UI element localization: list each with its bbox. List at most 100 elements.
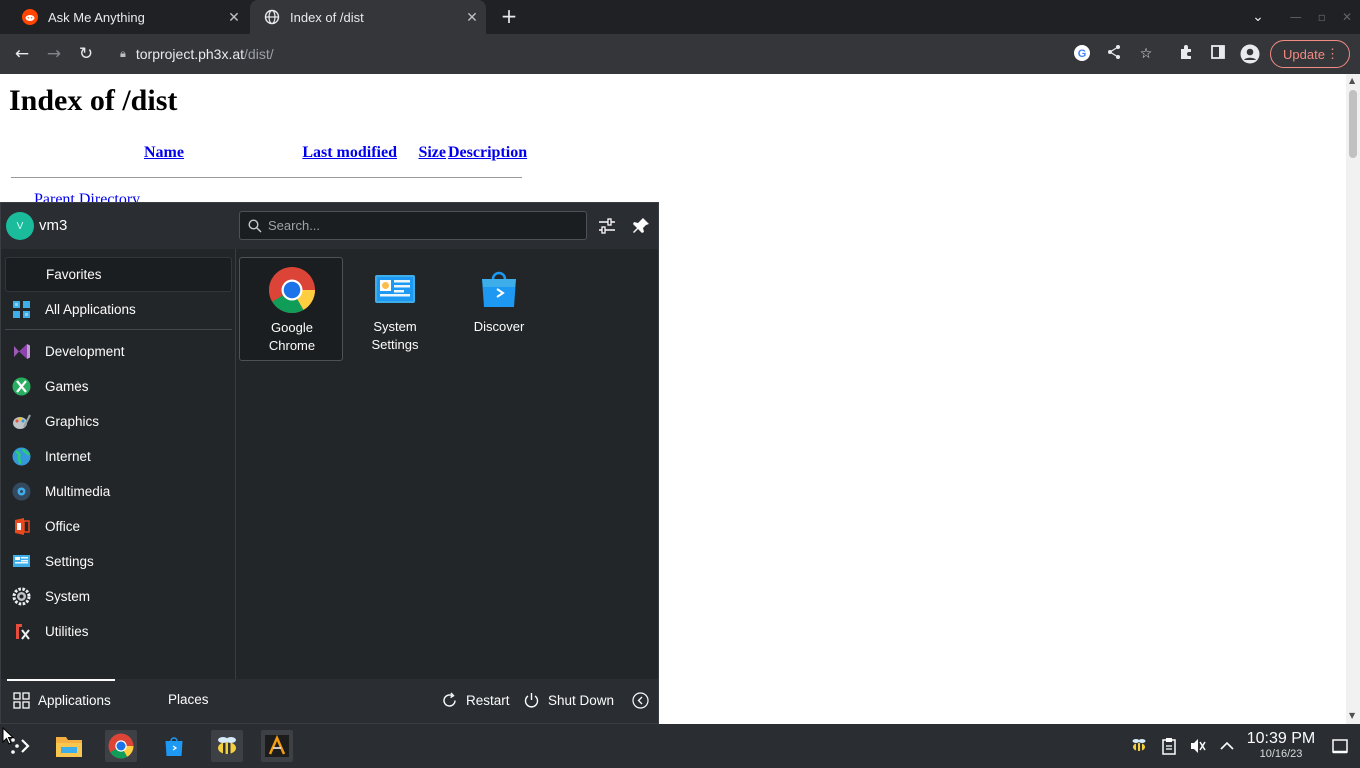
url-path: /dist/ — [244, 46, 274, 62]
sidebar-item-label: Development — [45, 344, 125, 359]
tab-label: Applications — [38, 693, 111, 708]
side-panel-icon[interactable] — [1208, 44, 1228, 64]
scroll-up-arrow-icon[interactable]: ▲ — [1349, 76, 1355, 85]
sidebar-item-all-applications[interactable]: All Applications — [5, 292, 232, 327]
applications-grid-icon — [13, 692, 30, 709]
name-column-header[interactable]: Name — [32, 144, 296, 162]
taskbar-file-manager[interactable] — [53, 730, 85, 762]
sidebar-item-office[interactable]: Office — [5, 509, 232, 544]
sort-by-description-link[interactable]: Description — [448, 144, 527, 161]
sidebar-separator — [5, 329, 232, 330]
category-sidebar: Favorites All Applications Development G… — [5, 257, 232, 649]
user-name: vm3 — [39, 217, 68, 234]
app-tile-google-chrome[interactable]: Google Chrome — [239, 257, 343, 361]
system-settings-icon — [375, 275, 415, 303]
sort-by-last-modified-link[interactable]: Last modified — [302, 144, 397, 161]
update-button[interactable]: Update ⋮ — [1270, 40, 1350, 68]
forward-icon[interactable]: → — [42, 42, 66, 66]
taskbar-google-chrome[interactable] — [105, 730, 137, 762]
sidebar-item-label: Games — [45, 379, 89, 394]
app-label-line1: Discover — [473, 319, 525, 334]
new-tab-button[interactable]: + — [498, 6, 520, 28]
maximize-icon[interactable]: ▫ — [1318, 10, 1326, 24]
discover-icon — [165, 737, 183, 756]
sidebar-item-label: Office — [45, 519, 81, 534]
application-launcher: V vm3 Favorites All Applications Develop… — [0, 202, 659, 724]
system-icon — [12, 587, 31, 606]
search-icon — [248, 218, 262, 232]
sort-by-name-link[interactable]: Name — [144, 144, 184, 161]
app-tile-label: Discover — [447, 318, 551, 336]
sidebar-item-label: Settings — [45, 554, 94, 569]
page-scrollbar[interactable]: ▲ ▼ — [1346, 74, 1360, 724]
shut-down-button[interactable]: Shut Down — [523, 692, 614, 709]
shut-down-label: Shut Down — [548, 693, 615, 708]
sidebar-item-utilities[interactable]: Utilities — [5, 614, 232, 649]
sidebar-item-label: Favorites — [46, 267, 102, 282]
sidebar-item-favorites[interactable]: Favorites — [5, 257, 232, 292]
digital-clock[interactable]: 10:39 PM 10/16/23 — [1244, 730, 1318, 760]
taskbar-terminal-app[interactable] — [261, 730, 293, 762]
description-column-header[interactable]: Description — [448, 144, 527, 162]
taskbar-bee-app[interactable] — [211, 730, 243, 762]
search-box[interactable] — [239, 211, 587, 240]
scroll-down-arrow-icon[interactable]: ▼ — [1349, 711, 1355, 720]
profile-icon[interactable] — [1240, 44, 1260, 64]
volume-muted-icon[interactable] — [1189, 737, 1207, 755]
app-tile-discover[interactable]: Discover — [447, 257, 551, 361]
show-desktop-icon[interactable] — [1331, 737, 1349, 755]
close-window-icon[interactable]: ✕ — [1342, 10, 1352, 24]
more-menu-icon[interactable]: ⋮ — [1326, 46, 1339, 62]
sidebar-item-settings[interactable]: Settings — [5, 544, 232, 579]
leave-menu-button[interactable] — [632, 692, 649, 709]
google-chrome-icon — [269, 267, 315, 313]
tab-search-chevron-icon[interactable]: ⌄ — [1252, 9, 1264, 25]
globe-icon — [264, 9, 280, 25]
sidebar-item-multimedia[interactable]: Multimedia — [5, 474, 232, 509]
avatar[interactable]: V — [6, 212, 34, 240]
office-icon — [15, 518, 30, 535]
minimize-icon[interactable]: — — [1290, 10, 1302, 24]
tab-ask-me-anything[interactable]: Ask Me Anything ✕ — [8, 0, 248, 34]
chevron-up-icon[interactable] — [1218, 737, 1236, 755]
app-label-line1: Google — [271, 320, 313, 335]
size-column-header[interactable]: Size — [399, 144, 446, 162]
sidebar-item-internet[interactable]: Internet — [5, 439, 232, 474]
configure-sliders-icon[interactable] — [597, 216, 617, 236]
url-host: torproject.ph3x.at — [135, 46, 245, 62]
scrollbar-thumb[interactable] — [1349, 90, 1357, 158]
sidebar-item-games[interactable]: Games — [5, 369, 232, 404]
sidebar-item-label: Graphics — [45, 414, 100, 429]
close-tab-icon[interactable]: ✕ — [220, 9, 248, 26]
sidebar-item-graphics[interactable]: Graphics — [5, 404, 232, 439]
lock-icon[interactable]: 🔒︎ — [120, 48, 126, 61]
close-tab-icon[interactable]: ✕ — [458, 9, 486, 26]
tab-places[interactable]: Places — [168, 692, 209, 707]
multimedia-icon — [12, 482, 31, 501]
sort-by-size-link[interactable]: Size — [418, 144, 446, 161]
bookmark-star-icon[interactable]: ☆ — [1136, 44, 1156, 64]
reload-icon[interactable]: ↻ — [74, 42, 98, 66]
reddit-icon — [22, 9, 38, 25]
address-bar[interactable]: 🔒︎ torproject.ph3x.at/dist/ — [108, 38, 1058, 70]
games-icon — [12, 377, 31, 396]
sidebar-item-system[interactable]: System — [5, 579, 232, 614]
tab-applications[interactable]: Applications — [13, 692, 111, 709]
tab-index-of-dist[interactable]: Index of /dist ✕ — [250, 0, 486, 34]
share-icon[interactable] — [1104, 44, 1124, 64]
last-modified-column-header[interactable]: Last modified — [298, 144, 397, 162]
back-icon[interactable]: ← — [10, 42, 34, 66]
restart-button[interactable]: Restart — [441, 692, 510, 709]
directory-table: Name Last modified Size Description — [8, 142, 529, 164]
clipboard-icon[interactable] — [1160, 737, 1178, 755]
extensions-icon[interactable] — [1176, 44, 1196, 64]
search-input[interactable] — [268, 218, 568, 233]
app-tile-system-settings[interactable]: System Settings — [343, 257, 447, 361]
pin-icon[interactable] — [631, 216, 651, 236]
taskbar-discover[interactable] — [158, 730, 190, 762]
internet-icon — [12, 447, 31, 466]
sidebar-item-development[interactable]: Development — [5, 334, 232, 369]
bee-tray-icon[interactable] — [1130, 737, 1148, 755]
google-lens-icon[interactable]: G — [1072, 44, 1092, 64]
sidebar-item-label: System — [45, 589, 91, 604]
